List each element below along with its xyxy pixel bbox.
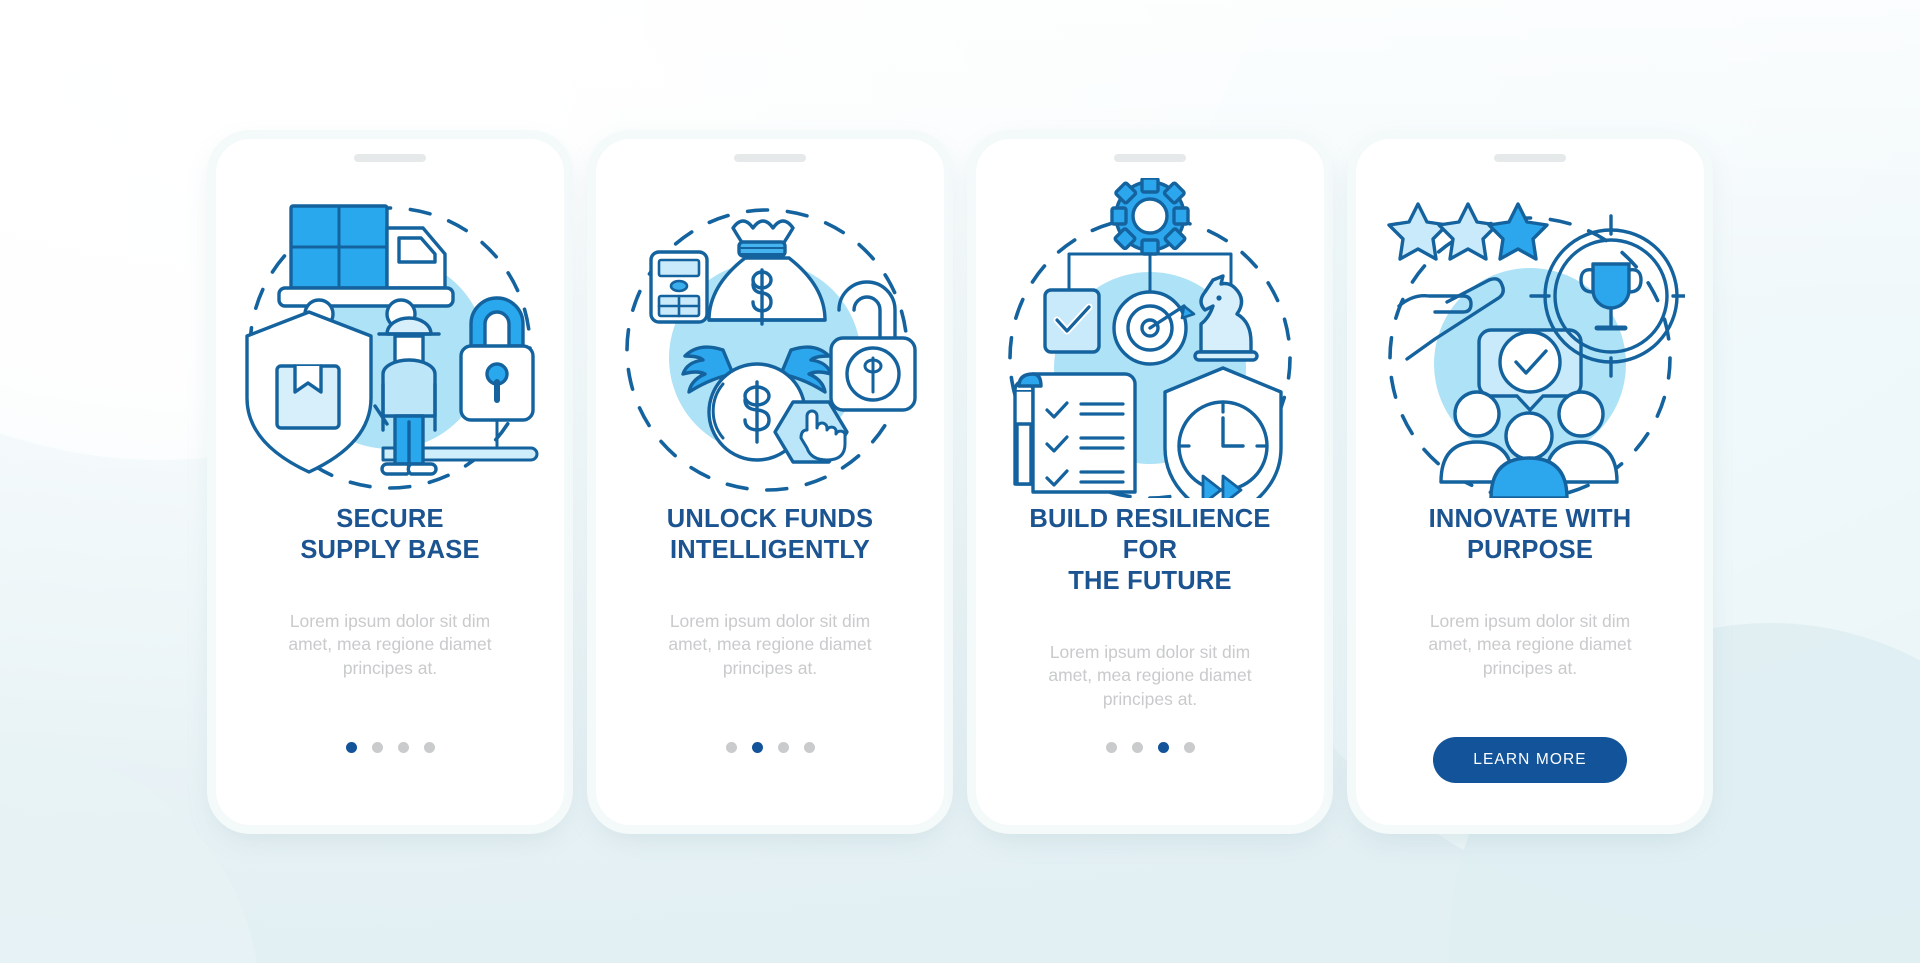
- supply-chain-security-illustration: [245, 203, 539, 490]
- screen-description-line-3: principes at.: [342, 657, 438, 678]
- pagination-dot-2[interactable]: [751, 742, 763, 753]
- phone-screen-secure-supply-base: SECURE SUPPLY BASE Lorem ipsum dolor sit…: [216, 138, 564, 825]
- screen-description-line-3: principes at.: [722, 657, 818, 678]
- screen-description-line-2: amet, mea regione diamet: [1048, 665, 1252, 685]
- pagination-dots[interactable]: [725, 727, 815, 769]
- pagination-dot-3[interactable]: [777, 742, 789, 753]
- screen-description-line-1: Lorem ipsum dolor sit dim: [1049, 641, 1251, 662]
- phone-screen-unlock-funds-intelligently: UNLOCK FUNDS INTELLIGENTLY Lorem ipsum d…: [596, 138, 944, 825]
- screen-title-line-1: SECURE: [336, 504, 444, 533]
- pagination-dot-4[interactable]: [423, 742, 435, 753]
- screen-title: INNOVATE WITH PURPOSE: [1385, 504, 1675, 566]
- pagination-dot-1[interactable]: [1105, 742, 1117, 753]
- strategy-resilience-illustration: [1008, 177, 1292, 498]
- pagination-dot-3[interactable]: [397, 742, 409, 753]
- screen-title: BUILD RESILIENCE FOR THE FUTURE: [1005, 504, 1295, 597]
- screen-description-line-1: Lorem ipsum dolor sit dim: [1429, 610, 1631, 631]
- screen-title-line-2: SUPPLY BASE: [300, 535, 480, 564]
- learn-more-button[interactable]: LEARN MORE: [1433, 736, 1627, 783]
- pagination-dot-2[interactable]: [371, 742, 383, 753]
- phone-speaker-bar: [1494, 153, 1566, 162]
- screen-description-line-2: amet, mea regione diamet: [288, 634, 492, 654]
- screen-title-line-1: BUILD RESILIENCE FOR: [1029, 504, 1271, 564]
- screen-description-line-1: Lorem ipsum dolor sit dim: [289, 610, 491, 631]
- screen-description-line-2: amet, mea regione diamet: [1428, 634, 1632, 654]
- screen-title: SECURE SUPPLY BASE: [245, 504, 535, 566]
- phone-speaker-bar: [1114, 153, 1186, 162]
- screen-title-line-1: UNLOCK FUNDS: [666, 504, 874, 533]
- screen-description: Lorem ipsum dolor sit dim amet, mea regi…: [1019, 641, 1281, 712]
- phone-screen-innovate-with-purpose: INNOVATE WITH PURPOSE Lorem ipsum dolor …: [1356, 138, 1704, 825]
- pagination-dots[interactable]: [345, 727, 435, 769]
- pagination-dots[interactable]: [1105, 727, 1195, 769]
- screen-description: Lorem ipsum dolor sit dim amet, mea regi…: [259, 610, 521, 681]
- screen-title-line-1: INNOVATE WITH: [1428, 504, 1632, 533]
- screen-description-line-3: principes at.: [1482, 657, 1578, 678]
- screen-title: UNLOCK FUNDS INTELLIGENTLY: [625, 504, 915, 566]
- pagination-dot-1[interactable]: [725, 742, 737, 753]
- pagination-dot-4[interactable]: [1183, 742, 1195, 753]
- screen-description: Lorem ipsum dolor sit dim amet, mea regi…: [639, 610, 901, 681]
- screen-description-line-2: amet, mea regione diamet: [668, 634, 872, 654]
- screen-description: Lorem ipsum dolor sit dim amet, mea regi…: [1399, 610, 1661, 681]
- screen-title-line-2: INTELLIGENTLY: [669, 535, 870, 564]
- screen-description-line-1: Lorem ipsum dolor sit dim: [669, 610, 871, 631]
- screen-description-line-3: principes at.: [1102, 688, 1198, 709]
- innovation-team-award-illustration: [1387, 201, 1685, 498]
- screen-title-line-2: PURPOSE: [1466, 535, 1594, 564]
- screen-title-line-2: THE FUTURE: [1068, 566, 1232, 595]
- pagination-dot-2[interactable]: [1131, 742, 1143, 753]
- phone-speaker-bar: [734, 153, 806, 162]
- onboarding-screens-row: SECURE SUPPLY BASE Lorem ipsum dolor sit…: [0, 0, 1920, 963]
- pagination-dot-1[interactable]: [345, 742, 357, 753]
- phone-speaker-bar: [354, 153, 426, 162]
- pagination-dot-3[interactable]: [1157, 742, 1169, 753]
- pagination-dot-4[interactable]: [803, 742, 815, 753]
- finance-unlock-illustration: [625, 207, 917, 492]
- phone-screen-build-resilience-for-the-future: BUILD RESILIENCE FOR THE FUTURE Lorem ip…: [976, 138, 1324, 825]
